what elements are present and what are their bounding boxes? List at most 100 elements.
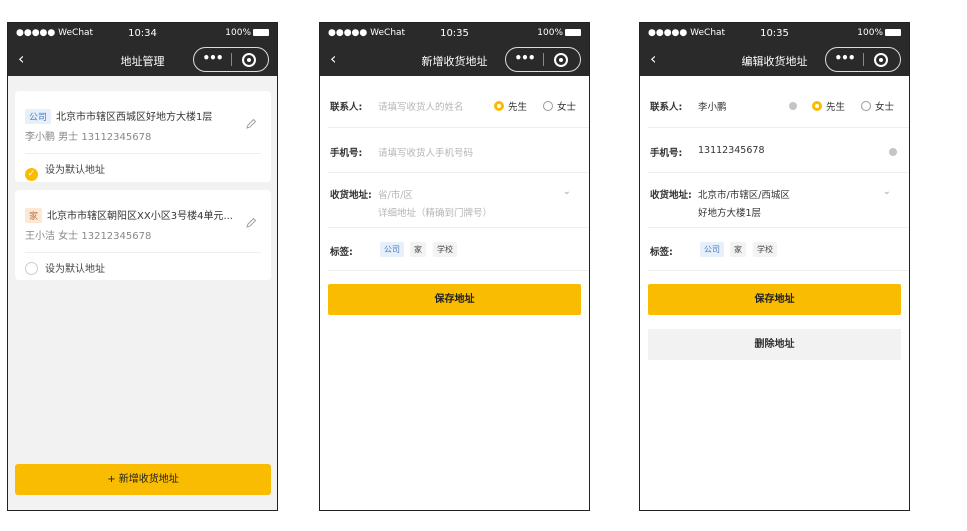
address-line: 公司 北京市市辖区西城区好地方大楼1层: [25, 108, 212, 124]
address-label: 收货地址:: [330, 190, 372, 201]
default-toggle[interactable]: ✓ 设为默认地址: [25, 161, 105, 181]
phone-label: 手机号:: [330, 148, 363, 159]
battery-indicator: 100%: [537, 28, 581, 38]
address-label: 收货地址:: [650, 190, 692, 201]
phone-row: 手机号: 13112345678: [648, 128, 909, 173]
nav-bar: ‹ 地址管理 •••: [8, 43, 277, 76]
mini-program-capsule: •••: [193, 47, 269, 72]
tag-company[interactable]: 公司: [700, 242, 724, 257]
battery-icon: [565, 29, 581, 36]
contact-line: 李小鹏 男士 13112345678: [25, 132, 152, 143]
phone-input[interactable]: 请填写收货人手机号码: [378, 145, 473, 159]
card-divider: [25, 153, 261, 154]
battery-indicator: 100%: [857, 28, 901, 38]
unchecked-circle-icon[interactable]: [25, 262, 38, 275]
chevron-down-icon[interactable]: ⌄: [883, 186, 891, 197]
edit-pencil-icon[interactable]: [245, 217, 257, 229]
address-list-screen: ●●●●● WeChat 10:34 100% ‹ 地址管理 ••• 公司 北京市…: [7, 22, 278, 511]
battery-percent: 100%: [857, 28, 883, 38]
detail-address-input[interactable]: 好地方大楼1层: [698, 205, 761, 219]
status-bar: ●●●●● WeChat 10:35 100%: [640, 23, 909, 43]
contact-name-input[interactable]: 请填写收货人的姓名: [378, 99, 464, 113]
more-dots-icon[interactable]: •••: [194, 51, 231, 65]
delete-address-button[interactable]: 删除地址: [648, 329, 901, 360]
capsule-divider: [543, 53, 544, 66]
new-address-screen: ●●●●● WeChat 10:35 100% ‹ 新增收货地址 ••• 联系人…: [319, 22, 590, 511]
more-dots-icon[interactable]: •••: [506, 51, 543, 65]
address-tag: 公司: [25, 109, 52, 124]
gender-male-label: 先生: [826, 102, 846, 113]
status-bar: ●●●●● WeChat 10:34 100%: [8, 23, 277, 43]
contact-row: 联系人: 李小鹏 先生 女士: [648, 84, 909, 128]
address-card[interactable]: 公司 北京市市辖区西城区好地方大楼1层 李小鹏 男士 13112345678 ✓ 设…: [15, 91, 271, 182]
battery-indicator: 100%: [225, 28, 269, 38]
address-tag: 家: [25, 208, 43, 223]
gender-male-radio[interactable]: 先生: [812, 99, 845, 113]
tags-label: 标签:: [330, 247, 353, 258]
card-divider: [25, 252, 261, 253]
nav-bar: ‹ 编辑收货地址 •••: [640, 43, 909, 76]
address-row: 收货地址: 北京市/市辖区/西城区 好地方大楼1层 ⌄: [648, 173, 909, 228]
close-circle-icon[interactable]: [874, 53, 888, 67]
close-circle-icon[interactable]: [554, 53, 568, 67]
gender-female-radio[interactable]: 女士: [543, 99, 576, 113]
battery-percent: 100%: [537, 28, 563, 38]
mini-program-capsule: •••: [825, 47, 901, 72]
gender-male-radio[interactable]: 先生: [494, 99, 527, 113]
tags-row: 标签: 公司 家 学校: [328, 228, 589, 271]
default-label: 设为默认地址: [45, 264, 105, 275]
edit-address-screen: ●●●●● WeChat 10:35 100% ‹ 编辑收货地址 ••• 联系人…: [639, 22, 910, 511]
gender-female-radio[interactable]: 女士: [861, 99, 894, 113]
address-row: 收货地址: 省/市/区 详细地址（精确到门牌号） ⌄: [328, 173, 589, 228]
save-address-button[interactable]: 保存地址: [648, 284, 901, 315]
tag-home[interactable]: 家: [410, 242, 426, 257]
close-circle-icon[interactable]: [242, 53, 256, 67]
address-card[interactable]: 家北京市市辖区朝阳区XX小区3号楼4单元... 王小洁 女士 132123456…: [15, 190, 271, 280]
contact-row: 联系人: 请填写收货人的姓名 先生 女士: [328, 84, 589, 128]
tags-row: 标签: 公司 家 学校: [648, 228, 909, 271]
address-text: 北京市市辖区西城区好地方大楼1层: [56, 112, 213, 123]
phone-input[interactable]: 13112345678: [698, 145, 765, 156]
address-text: 北京市市辖区朝阳区XX小区3号楼4单元...: [47, 211, 233, 222]
region-picker[interactable]: 北京市/市辖区/西城区: [698, 187, 790, 201]
radio-empty-icon: [543, 101, 553, 111]
clear-input-icon[interactable]: [889, 148, 897, 156]
status-bar: ●●●●● WeChat 10:35 100%: [320, 23, 589, 43]
clear-input-icon[interactable]: [789, 102, 797, 110]
battery-percent: 100%: [225, 28, 251, 38]
contact-name-input[interactable]: 李小鹏: [698, 99, 727, 113]
default-toggle[interactable]: 设为默认地址: [25, 260, 105, 275]
radio-empty-icon: [861, 101, 871, 111]
checked-circle-icon[interactable]: ✓: [25, 168, 38, 181]
detail-address-input[interactable]: 详细地址（精确到门牌号）: [378, 205, 492, 219]
radio-selected-icon: [494, 101, 504, 111]
contact-label: 联系人:: [650, 102, 683, 113]
tags-label: 标签:: [650, 247, 673, 258]
gender-female-label: 女士: [557, 102, 577, 113]
tag-company[interactable]: 公司: [380, 242, 404, 257]
region-picker[interactable]: 省/市/区: [378, 187, 413, 201]
phone-row: 手机号: 请填写收货人手机号码: [328, 128, 589, 173]
tag-school[interactable]: 学校: [433, 242, 457, 257]
contact-line: 王小洁 女士 13212345678: [25, 231, 152, 242]
more-dots-icon[interactable]: •••: [826, 51, 863, 65]
contact-label: 联系人:: [330, 102, 363, 113]
gender-male-label: 先生: [508, 102, 528, 113]
address-line: 家北京市市辖区朝阳区XX小区3号楼4单元...: [25, 207, 233, 223]
tag-school[interactable]: 学校: [753, 242, 777, 257]
mini-program-capsule: •••: [505, 47, 581, 72]
phone-label: 手机号:: [650, 148, 683, 159]
capsule-divider: [863, 53, 864, 66]
chevron-down-icon[interactable]: ⌄: [563, 186, 571, 197]
default-label: 设为默认地址: [45, 165, 105, 176]
add-address-button[interactable]: + 新增收货地址: [15, 464, 271, 495]
tag-home[interactable]: 家: [730, 242, 746, 257]
capsule-divider: [231, 53, 232, 66]
gender-female-label: 女士: [875, 102, 895, 113]
battery-icon: [253, 29, 269, 36]
nav-bar: ‹ 新增收货地址 •••: [320, 43, 589, 76]
battery-icon: [885, 29, 901, 36]
edit-pencil-icon[interactable]: [245, 118, 257, 130]
save-address-button[interactable]: 保存地址: [328, 284, 581, 315]
radio-selected-icon: [812, 101, 822, 111]
